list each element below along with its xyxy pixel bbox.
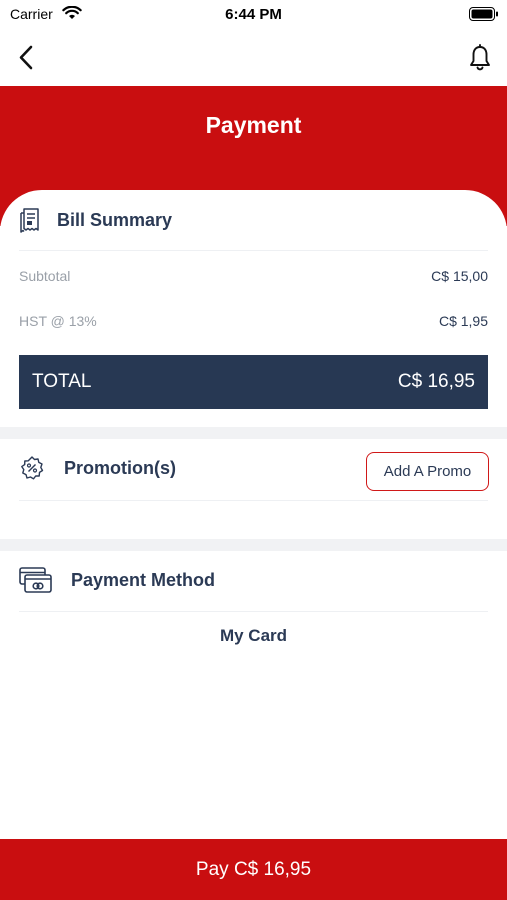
total-label: TOTAL	[32, 371, 92, 392]
divider	[19, 250, 488, 251]
subtotal-value: C$ 15,00	[431, 268, 488, 284]
bell-icon[interactable]	[467, 42, 493, 74]
promotions-header: Promotion(s)	[19, 455, 176, 481]
selected-payment-card[interactable]: My Card	[0, 626, 507, 646]
cards-icon	[19, 566, 52, 594]
bill-icon	[19, 206, 41, 234]
status-bar: Carrier 6:44 PM	[0, 0, 507, 30]
nav-bar	[0, 30, 507, 86]
payment-method-header: Payment Method	[19, 566, 215, 594]
bill-summary-title: Bill Summary	[57, 209, 173, 230]
tax-label: HST @ 13%	[19, 313, 97, 329]
add-promo-button[interactable]: Add A Promo	[366, 452, 489, 491]
subtotal-label: Subtotal	[19, 268, 71, 284]
divider	[19, 611, 488, 612]
section-separator	[0, 539, 507, 551]
total-bar: TOTAL C$ 16,95	[19, 355, 488, 409]
total-value: C$ 16,95	[397, 371, 475, 392]
pay-button[interactable]: Pay C$ 16,95	[0, 839, 507, 900]
battery-icon	[469, 7, 499, 21]
clock: 6:44 PM	[225, 6, 282, 23]
payment-method-title: Payment Method	[71, 569, 216, 590]
page-title: Payment	[205, 112, 302, 138]
bill-summary-header: Bill Summary	[19, 206, 172, 234]
back-chevron-icon[interactable]	[14, 42, 40, 74]
divider	[19, 500, 488, 501]
section-separator	[0, 427, 507, 439]
promo-badge-icon	[19, 455, 45, 481]
promotions-title: Promotion(s)	[64, 457, 176, 478]
tax-value: C$ 1,95	[438, 313, 488, 329]
